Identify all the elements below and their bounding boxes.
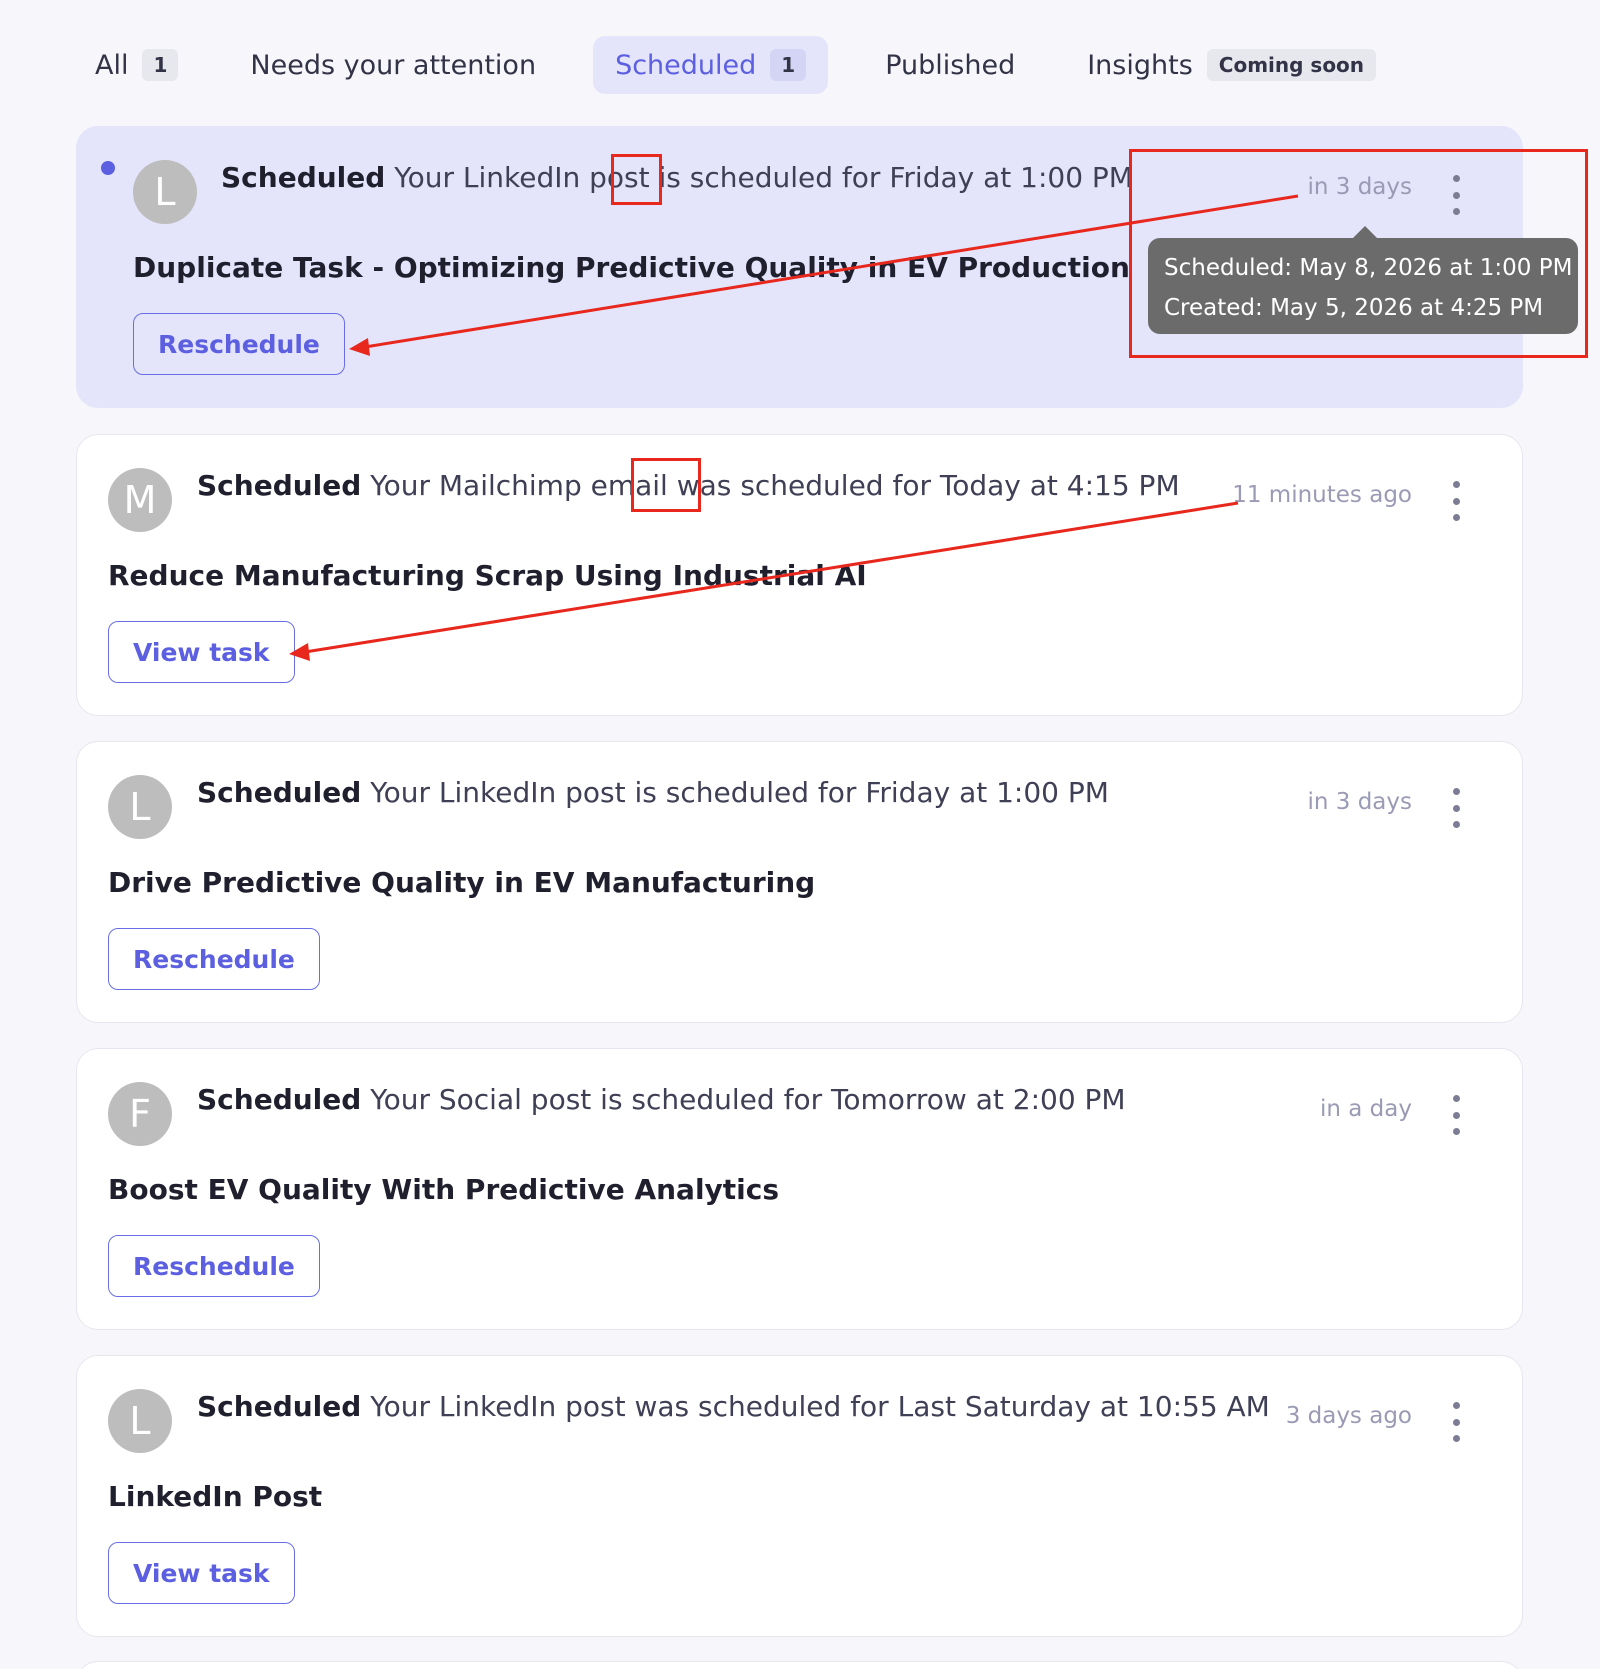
tab-count-badge: 1 <box>142 49 179 81</box>
status-label: Scheduled <box>197 1083 362 1116</box>
more-options-icon[interactable] <box>1450 1402 1462 1442</box>
avatar: L <box>108 775 172 839</box>
message-text: scheduled for Friday at 1:00 PM <box>689 161 1133 194</box>
tab-label: Published <box>885 49 1016 81</box>
tab-scheduled[interactable]: Scheduled 1 <box>593 36 829 94</box>
view-task-button[interactable]: View task <box>108 1542 295 1604</box>
status-label: Scheduled <box>197 1390 362 1423</box>
message-text: Your LinkedIn post <box>394 161 650 194</box>
notification-headline: Scheduled Your Mailchimp email was sched… <box>197 469 1180 502</box>
notification-headline: Scheduled Your LinkedIn post was schedul… <box>197 1390 1270 1423</box>
view-task-button[interactable]: View task <box>108 621 295 683</box>
tab-count-badge: 1 <box>770 49 807 81</box>
date-tooltip: Scheduled: May 8, 2026 at 1:00 PM Create… <box>1148 226 1578 334</box>
reschedule-button[interactable]: Reschedule <box>133 313 345 375</box>
notification-headline: Scheduled Your Social post is scheduled … <box>197 1083 1126 1116</box>
task-title: Duplicate Task - Optimizing Predictive Q… <box>133 251 1130 284</box>
notification-headline: Scheduled Your LinkedIn post is schedule… <box>221 161 1133 194</box>
notification-card: M Scheduled Your Mailchimp email was sch… <box>76 434 1523 716</box>
tab-all[interactable]: All 1 <box>80 36 193 94</box>
tab-published[interactable]: Published <box>870 36 1030 94</box>
task-title: Reduce Manufacturing Scrap Using Industr… <box>108 559 867 592</box>
tab-label: All <box>95 49 129 81</box>
status-label: Scheduled <box>197 469 362 502</box>
relative-time[interactable]: in 3 days <box>1307 789 1412 815</box>
tooltip-scheduled-date: Scheduled: May 8, 2026 at 1:00 PM <box>1164 255 1573 281</box>
message-text: Your LinkedIn post was scheduled for Las… <box>370 1390 1270 1423</box>
status-label: Scheduled <box>221 161 386 194</box>
notification-card: L Scheduled Your LinkedIn post was sched… <box>76 1355 1523 1637</box>
tab-label: Insights <box>1087 49 1193 81</box>
filter-tabs: All 1 Needs your attention Scheduled 1 P… <box>80 36 1433 94</box>
more-options-icon[interactable] <box>1450 481 1462 521</box>
more-options-icon[interactable] <box>1450 175 1462 215</box>
unread-dot <box>101 161 115 175</box>
task-title: LinkedIn Post <box>108 1480 323 1513</box>
message-word: is <box>658 161 681 194</box>
notification-card <box>76 1661 1523 1669</box>
reschedule-button[interactable]: Reschedule <box>108 1235 320 1297</box>
notification-headline: Scheduled Your LinkedIn post is schedule… <box>197 776 1109 809</box>
notification-card: F Scheduled Your Social post is schedule… <box>76 1048 1523 1330</box>
avatar: L <box>108 1389 172 1453</box>
more-options-icon[interactable] <box>1450 1095 1462 1135</box>
avatar: L <box>133 160 197 224</box>
avatar: F <box>108 1082 172 1146</box>
avatar: M <box>108 468 172 532</box>
reschedule-button[interactable]: Reschedule <box>108 928 320 990</box>
message-text: Your LinkedIn post is scheduled for Frid… <box>370 776 1109 809</box>
message-word: was <box>676 469 732 502</box>
relative-time[interactable]: in 3 days <box>1307 174 1412 200</box>
relative-time[interactable]: in a day <box>1320 1096 1412 1122</box>
tab-needs-attention[interactable]: Needs your attention <box>235 36 551 94</box>
tab-label: Scheduled <box>615 49 757 81</box>
tooltip-created-date: Created: May 5, 2026 at 4:25 PM <box>1164 295 1544 321</box>
tab-label: Needs your attention <box>250 49 537 81</box>
notification-card: L Scheduled Your LinkedIn post is schedu… <box>76 741 1523 1023</box>
coming-soon-badge: Coming soon <box>1206 49 1377 81</box>
message-text: Your Mailchimp email <box>370 469 668 502</box>
message-text: Your Social post is scheduled for Tomorr… <box>370 1083 1126 1116</box>
more-options-icon[interactable] <box>1450 788 1462 828</box>
status-label: Scheduled <box>197 776 362 809</box>
message-text: scheduled for Today at 4:15 PM <box>740 469 1180 502</box>
relative-time[interactable]: 11 minutes ago <box>1232 482 1412 508</box>
tab-insights[interactable]: Insights Coming soon <box>1072 36 1391 94</box>
relative-time[interactable]: 3 days ago <box>1286 1403 1412 1429</box>
task-title: Boost EV Quality With Predictive Analyti… <box>108 1173 780 1206</box>
task-title: Drive Predictive Quality in EV Manufactu… <box>108 866 816 899</box>
